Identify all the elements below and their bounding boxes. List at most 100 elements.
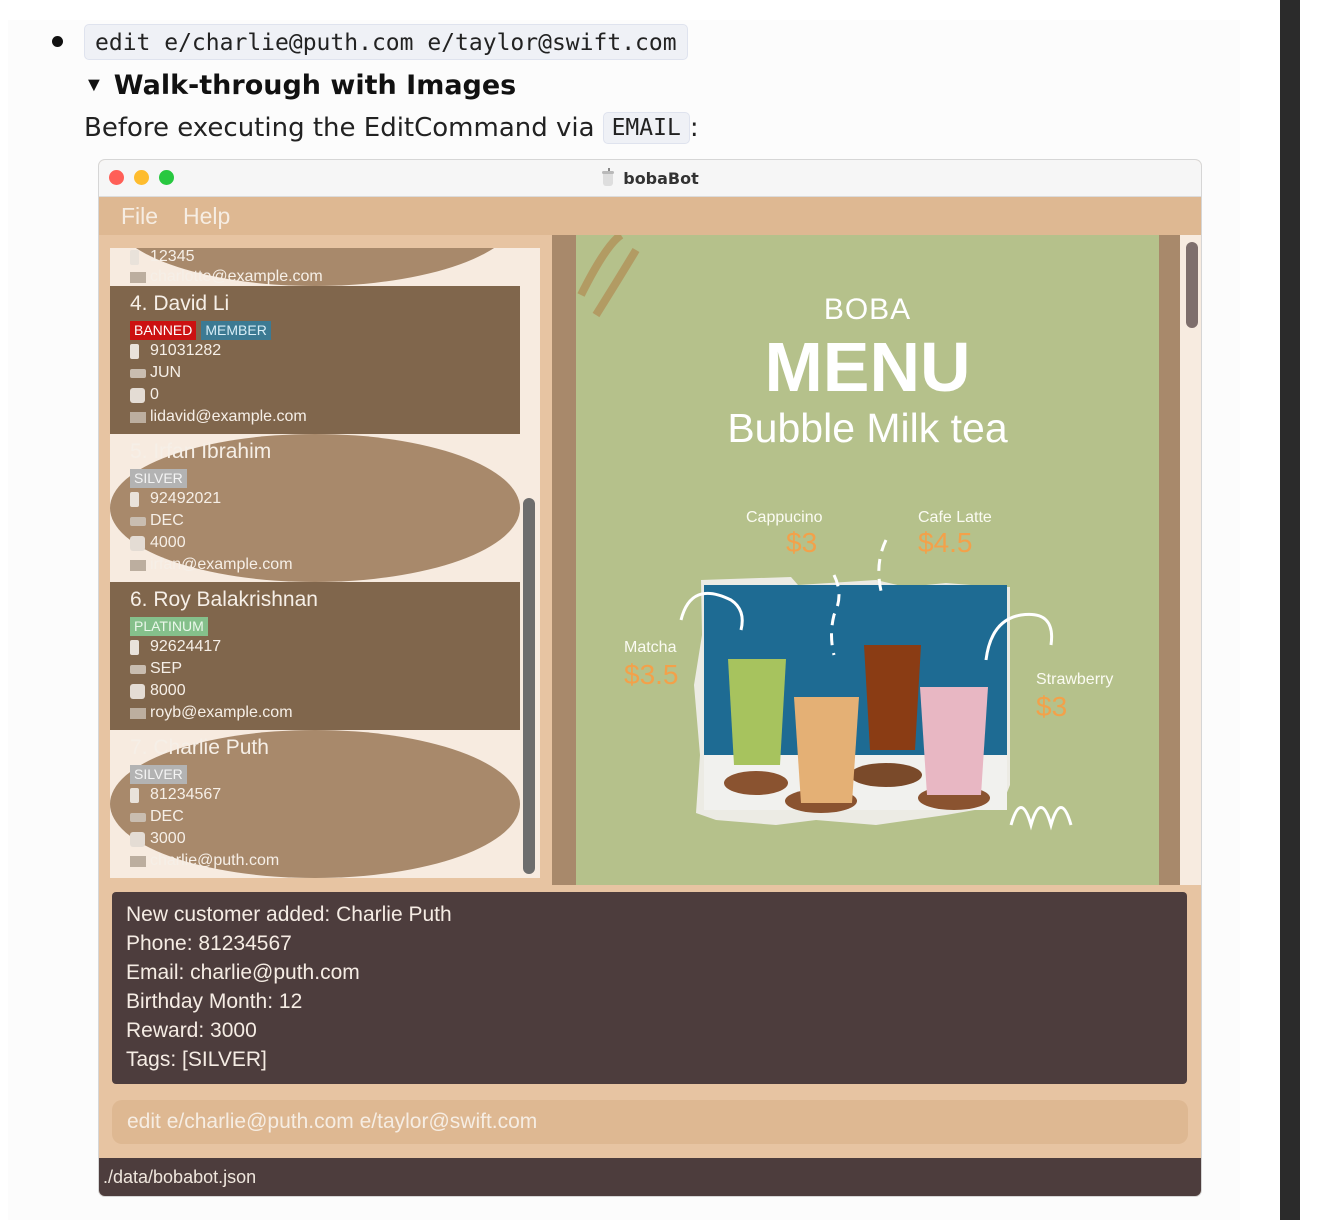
- result-line: Birthday Month: 12: [126, 990, 303, 1013]
- birthday-row: DEC: [130, 510, 184, 532]
- phone-row: 91031282: [130, 340, 221, 362]
- email-value: charlie@puth.com: [150, 852, 280, 869]
- customer-name: 7. Charlie Puth: [130, 736, 269, 759]
- email-row: charlie@puth.com: [130, 850, 279, 872]
- tag-silver: SILVER: [130, 469, 187, 488]
- tag-platinum: PLATINUM: [130, 617, 208, 636]
- window-title: bobaBot: [623, 168, 699, 188]
- gift-icon: [130, 831, 145, 847]
- email-value: lidavid@example.com: [150, 408, 307, 425]
- phone-row: 92624417: [130, 636, 221, 658]
- tag-banned: BANNED: [130, 321, 197, 340]
- list-item[interactable]: 12345 charlotte@example.com: [110, 248, 520, 286]
- menu-file[interactable]: File: [121, 197, 158, 235]
- reward-value: 8000: [150, 682, 186, 699]
- tag-member: MEMBER: [201, 321, 271, 340]
- phone-value: 81234567: [150, 786, 222, 803]
- email-value: charlotte@example.com: [150, 268, 323, 285]
- tag-row: PLATINUM: [130, 617, 208, 636]
- customer-list: 12345 charlotte@example.com 4. David Li …: [110, 248, 520, 878]
- customer-list-panel[interactable]: 12345 charlotte@example.com 4. David Li …: [110, 248, 540, 878]
- phone-row: 92492021: [130, 488, 221, 510]
- phone-icon: [130, 787, 139, 803]
- tag-row: SILVER: [130, 765, 187, 784]
- cake-icon: [130, 516, 146, 526]
- partial-phone-row: 12345: [130, 248, 195, 268]
- menu-bar: File Help: [99, 197, 1201, 235]
- command-code-chip: edit e/charlie@puth.com e/taylor@swift.c…: [84, 24, 688, 60]
- phone-value: 91031282: [150, 342, 222, 359]
- birthday-row: SEP: [130, 658, 182, 680]
- walkthrough-paragraph: Before executing the EditCommand via EMA…: [84, 108, 699, 148]
- phone-row: 81234567: [130, 784, 221, 806]
- email-icon: [130, 271, 146, 283]
- command-input[interactable]: edit e/charlie@puth.com e/taylor@swift.c…: [112, 1100, 1188, 1144]
- drink-name: Matcha: [624, 639, 677, 656]
- tag-row: BANNED MEMBER: [130, 321, 271, 340]
- result-display: New customer added: Charlie Puth Phone: …: [112, 892, 1187, 1084]
- documentation-page: edit e/charlie@puth.com e/taylor@swift.c…: [0, 0, 1300, 1220]
- menu-help[interactable]: Help: [183, 197, 230, 235]
- menu-subtitle: Bubble Milk tea: [727, 405, 1008, 451]
- email-icon: [130, 707, 146, 719]
- summary-label: Walk-through with Images: [113, 69, 517, 101]
- email-icon: [130, 559, 146, 571]
- image-panel-scroll-track: [1180, 235, 1201, 885]
- email-icon: [130, 855, 146, 867]
- inline-code-email: EMAIL: [602, 112, 690, 144]
- email-value: royb@example.com: [150, 704, 293, 721]
- details-summary[interactable]: ▼ Walk-through with Images: [84, 66, 516, 104]
- list-item[interactable]: 5. Irfan Ibrahim SILVER 92492021 DEC 400…: [110, 434, 520, 582]
- phone-icon: [130, 639, 139, 655]
- drink-name: Cappucino: [746, 509, 823, 526]
- cake-icon: [130, 368, 146, 378]
- customer-name: 4. David Li: [130, 292, 230, 315]
- phone-value: 92624417: [150, 638, 222, 655]
- disclosure-triangle-icon[interactable]: ▼: [84, 74, 104, 97]
- reward-value: 0: [150, 386, 159, 403]
- phone-icon: [130, 249, 139, 265]
- list-item[interactable]: 6. Roy Balakrishnan PLATINUM 92624417 SE…: [110, 582, 520, 730]
- email-row: irfan@example.com: [130, 554, 293, 576]
- gift-icon: [130, 535, 145, 551]
- drink-name: Cafe Latte: [918, 509, 992, 526]
- phone-value: 92492021: [150, 490, 222, 507]
- reward-row: 0: [130, 384, 159, 406]
- phone-icon: [130, 491, 139, 507]
- window-titlebar: bobaBot: [99, 160, 1201, 197]
- phone-value: 12345: [150, 248, 195, 265]
- result-line: Reward: 3000: [126, 1019, 257, 1042]
- result-line: Email: charlie@puth.com: [126, 961, 360, 984]
- email-icon: [130, 411, 146, 423]
- cake-icon: [130, 812, 146, 822]
- image-panel-scrollbar[interactable]: [1186, 242, 1198, 328]
- boba-cup-icon: [601, 168, 615, 187]
- gift-icon: [130, 683, 145, 699]
- reward-value: 4000: [150, 534, 186, 551]
- month-value: DEC: [150, 512, 184, 529]
- drink-price: $3.5: [624, 659, 679, 690]
- reward-row: 3000: [130, 828, 186, 850]
- menu-title: MENU: [764, 328, 971, 406]
- list-item[interactable]: 7. Charlie Puth SILVER 81234567 DEC 3000…: [110, 730, 520, 878]
- reward-row: 8000: [130, 680, 186, 702]
- customer-name: 6. Roy Balakrishnan: [130, 588, 318, 611]
- boba-menu-image: BOBA MENU Bubble Milk tea Cappucino $3 C…: [576, 235, 1159, 885]
- gift-icon: [130, 387, 145, 403]
- month-value: DEC: [150, 808, 184, 825]
- menu-image-panel: BOBA MENU Bubble Milk tea Cappucino $3 C…: [552, 235, 1188, 885]
- result-line: Phone: 81234567: [126, 932, 292, 955]
- birthday-row: JUN: [130, 362, 181, 384]
- cake-icon: [130, 664, 146, 674]
- result-line: New customer added: Charlie Puth: [126, 903, 452, 926]
- email-row: charlotte@example.com: [130, 266, 323, 288]
- list-scrollbar[interactable]: [523, 498, 535, 874]
- list-item[interactable]: 4. David Li BANNED MEMBER 91031282 JUN 0…: [110, 286, 520, 434]
- drink-name: Strawberry: [1036, 671, 1114, 688]
- window-title-group: bobaBot: [99, 160, 1201, 196]
- drink-price: $4.5: [918, 527, 973, 558]
- month-value: JUN: [150, 364, 182, 381]
- page-edge-bar: [1280, 0, 1300, 1220]
- menu-boba-label: BOBA: [823, 293, 912, 326]
- email-row: lidavid@example.com: [130, 406, 307, 428]
